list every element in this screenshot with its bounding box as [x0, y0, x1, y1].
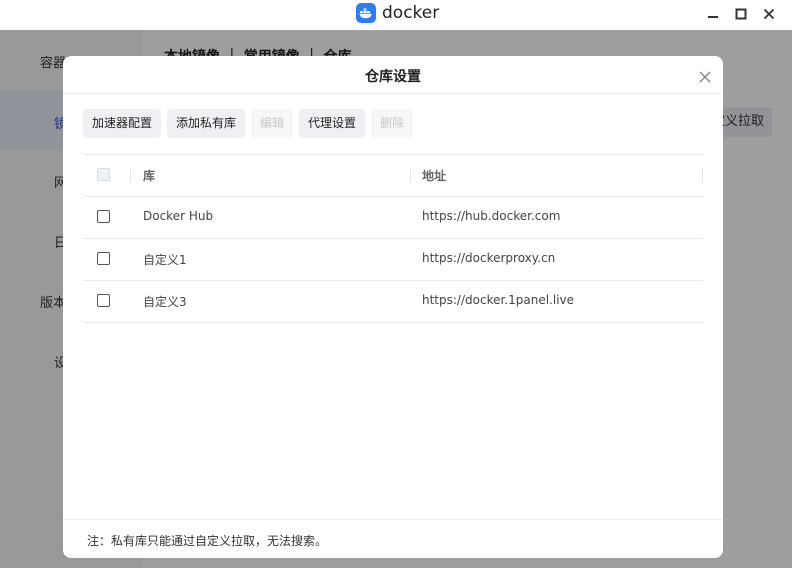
minimize-icon[interactable] [704, 5, 722, 23]
registry-address: https://docker.1panel.live [422, 293, 575, 307]
table-row[interactable]: 自定义3 https://docker.1panel.live [83, 280, 703, 322]
table-row[interactable]: Docker Hub https://hub.docker.com [83, 196, 703, 238]
registry-name: 自定义1 [143, 253, 187, 267]
header-address: 地址 [422, 169, 447, 183]
add-private-registry-button[interactable]: 添加私有库 [167, 109, 246, 138]
proxy-settings-button[interactable]: 代理设置 [299, 109, 366, 138]
row-checkbox[interactable] [97, 294, 110, 307]
title-bar: docker [0, 0, 792, 30]
column-divider [130, 168, 131, 182]
window-close-icon[interactable] [760, 5, 778, 23]
registry-name: 自定义3 [143, 295, 187, 309]
column-divider [702, 168, 703, 182]
edit-button[interactable]: 编辑 [251, 109, 294, 138]
row-divider [83, 322, 703, 323]
dialog-footer-divider [63, 519, 723, 520]
table-row[interactable]: 自定义1 https://dockerproxy.cn [83, 238, 703, 280]
footer-note: 注：私有库只能通过自定义拉取，无法搜索。 [87, 534, 328, 548]
dialog-header-divider [63, 93, 723, 94]
maximize-icon[interactable] [732, 5, 750, 23]
app-title: docker [356, 3, 439, 23]
dialog-toolbar: 加速器配置 添加私有库 编辑 代理设置 删除 [83, 109, 414, 138]
docker-logo-icon [356, 3, 376, 23]
table-header-row: 库 地址 [83, 154, 703, 196]
registry-name: Docker Hub [143, 209, 214, 223]
registry-address: https://hub.docker.com [422, 209, 561, 223]
accelerator-config-button[interactable]: 加速器配置 [83, 109, 162, 138]
row-checkbox[interactable] [97, 252, 110, 265]
header-name: 库 [143, 169, 156, 183]
dialog-title: 仓库设置 [365, 69, 421, 85]
row-checkbox[interactable] [97, 210, 110, 223]
registry-address: https://dockerproxy.cn [422, 251, 556, 265]
app-name: docker [382, 3, 440, 23]
delete-button[interactable]: 删除 [371, 109, 414, 138]
select-all-checkbox[interactable] [97, 168, 110, 181]
dialog-close-icon[interactable] [696, 68, 714, 86]
registry-settings-dialog: 仓库设置 加速器配置 添加私有库 编辑 代理设置 删除 库 地址 Docker … [63, 56, 723, 558]
column-divider [410, 168, 411, 182]
